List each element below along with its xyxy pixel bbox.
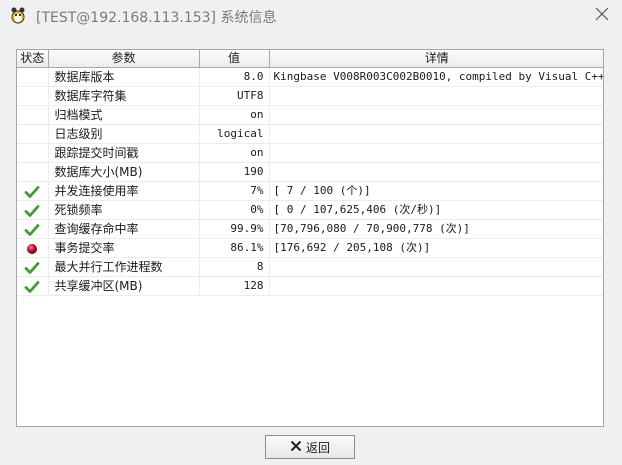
- detail-cell: [269, 276, 603, 296]
- param-cell: 最大并行工作进程数: [48, 257, 200, 277]
- table-row[interactable]: 死锁频率 0%[ 0 / 107,625,406 (次/秒)]: [17, 200, 603, 220]
- x-mark-icon: [290, 440, 302, 455]
- param-cell: 跟踪提交时间戳: [48, 143, 200, 163]
- value-cell: 0%: [199, 200, 270, 220]
- table-row[interactable]: 最大并行工作进程数 8: [17, 257, 603, 277]
- value-cell: 86.1%: [199, 238, 270, 258]
- value-cell: on: [199, 105, 270, 125]
- system-info-table: 状态 参数 值 详情 数据库版本 8.0 Kingbase V008R003C002…: [17, 50, 603, 296]
- system-info-table-panel: 状态 参数 值 详情 数据库版本 8.0 Kingbase V008R003C002…: [16, 49, 604, 427]
- table-row[interactable]: 归档模式 on: [17, 105, 603, 125]
- param-cell: 数据库大小(MB): [48, 162, 200, 182]
- column-header-status[interactable]: 状态: [17, 50, 49, 68]
- detail-cell: [176,692 / 205,108 (次)]: [269, 238, 603, 258]
- detail-cell: [ 0 / 107,625,406 (次/秒)]: [269, 200, 603, 220]
- table-row[interactable]: 日志级别 logical: [17, 124, 603, 144]
- value-cell: on: [199, 143, 270, 163]
- kingbase-app-icon: [9, 6, 27, 24]
- back-button[interactable]: 返回: [265, 435, 355, 459]
- detail-cell: [70,796,080 / 70,900,778 (次)]: [269, 219, 603, 239]
- value-cell: 99.9%: [199, 219, 270, 239]
- detail-cell: [269, 143, 603, 163]
- check-icon: [24, 223, 40, 237]
- param-cell: 事务提交率: [48, 238, 200, 258]
- column-header-value[interactable]: 值: [199, 50, 270, 68]
- value-cell: 8: [199, 257, 270, 277]
- status-cell: [17, 162, 49, 182]
- value-cell: UTF8: [199, 86, 270, 106]
- table-row[interactable]: 事务提交率 86.1% [176,692 / 205,108 (次)]: [17, 238, 603, 258]
- window-title: [TEST@192.168.113.153] 系统信息: [36, 10, 277, 26]
- table-row[interactable]: 数据库大小(MB) 190: [17, 162, 603, 182]
- table-row[interactable]: 共享缓冲区(MB) 128: [17, 276, 603, 296]
- param-cell: 日志级别: [48, 124, 200, 144]
- detail-cell: [269, 162, 603, 182]
- status-cell: [17, 124, 49, 144]
- check-icon: [24, 280, 40, 294]
- status-cell: [17, 67, 49, 87]
- column-header-detail[interactable]: 详情: [269, 50, 603, 68]
- table-header-row: 状态 参数 值 详情: [17, 50, 603, 68]
- param-cell: 死锁频率: [48, 200, 200, 220]
- detail-cell: [269, 86, 603, 106]
- detail-cell: [ 7 / 100 (个)]: [269, 181, 603, 201]
- check-icon: [24, 185, 40, 199]
- table-row[interactable]: 并发连接使用率 7%[ 7 / 100 (个)]: [17, 181, 603, 201]
- status-cell: [17, 200, 49, 220]
- status-cell: [17, 257, 49, 277]
- value-cell: 128: [199, 276, 270, 296]
- table-row[interactable]: 查询缓存命中率 99.9% [70,796,080 / 70,900,778 (次)…: [17, 219, 603, 239]
- close-icon: [595, 6, 609, 25]
- check-icon: [24, 204, 40, 218]
- value-cell: 7%: [199, 181, 270, 201]
- status-cell: [17, 143, 49, 163]
- param-cell: 数据库字符集: [48, 86, 200, 106]
- status-cell: [17, 276, 49, 296]
- status-cell: [17, 238, 49, 258]
- value-cell: 190: [199, 162, 270, 182]
- param-cell: 数据库版本: [48, 67, 200, 87]
- back-button-label: 返回: [305, 440, 330, 455]
- error-dot-icon: [24, 242, 40, 256]
- param-cell: 查询缓存命中率: [48, 219, 200, 239]
- param-cell: 共享缓冲区(MB): [48, 276, 200, 296]
- detail-cell: [269, 124, 603, 144]
- param-cell: 归档模式: [48, 105, 200, 125]
- status-cell: [17, 181, 49, 201]
- table-row[interactable]: 数据库字符集 UTF8: [17, 86, 603, 106]
- table-row[interactable]: 数据库版本 8.0 Kingbase V008R003C002B0010, comp…: [17, 67, 603, 87]
- value-cell: 8.0: [199, 67, 270, 87]
- title-bar: [TEST@192.168.113.153] 系统信息: [0, 0, 622, 32]
- detail-cell: [269, 105, 603, 125]
- check-icon: [24, 261, 40, 275]
- column-header-param[interactable]: 参数: [48, 50, 200, 68]
- table-row[interactable]: 跟踪提交时间戳 on: [17, 143, 603, 163]
- status-cell: [17, 219, 49, 239]
- param-cell: 并发连接使用率: [48, 181, 200, 201]
- status-cell: [17, 105, 49, 125]
- detail-cell: [269, 257, 603, 277]
- system-info-window: [TEST@192.168.113.153] 系统信息 状态 参数 值 详情 数…: [0, 0, 622, 465]
- close-button[interactable]: [588, 2, 616, 28]
- value-cell: logical: [199, 124, 270, 144]
- detail-cell: Kingbase V008R003C002B0010, compiled by …: [269, 67, 603, 87]
- status-cell: [17, 86, 49, 106]
